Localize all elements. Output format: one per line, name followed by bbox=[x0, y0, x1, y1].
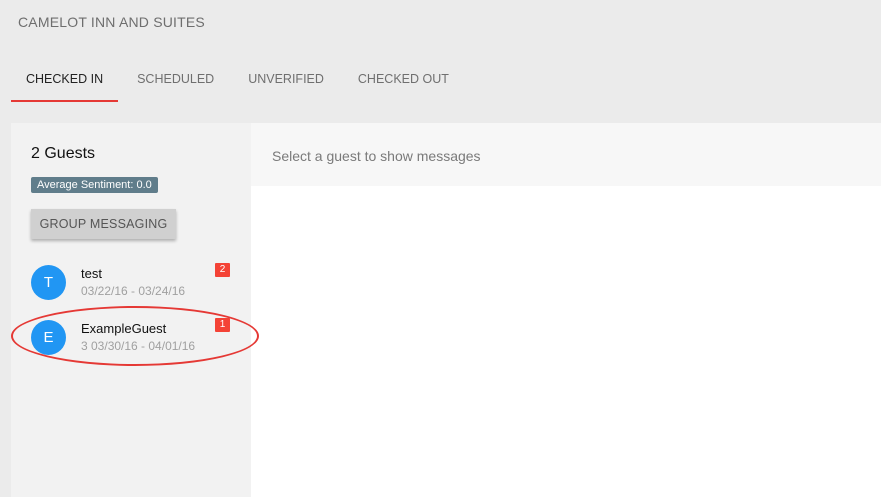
avatar: T bbox=[31, 265, 66, 300]
guest-list-item[interactable]: E ExampleGuest 3 03/30/16 - 04/01/16 1 bbox=[11, 312, 251, 362]
message-panel-header: Select a guest to show messages bbox=[251, 123, 881, 186]
tab-checked-out[interactable]: CHECKED OUT bbox=[343, 62, 464, 102]
unread-count-badge: 1 bbox=[215, 318, 230, 332]
guest-list-item[interactable]: T test 03/22/16 - 03/24/16 2 bbox=[11, 257, 251, 307]
hotel-name: CAMELOT INN AND SUITES bbox=[18, 14, 205, 30]
guest-sidebar: 2 Guests Average Sentiment: 0.0 GROUP ME… bbox=[11, 123, 251, 497]
tab-scheduled[interactable]: SCHEDULED bbox=[122, 62, 229, 102]
tab-checked-in[interactable]: CHECKED IN bbox=[11, 62, 119, 102]
group-messaging-button[interactable]: GROUP MESSAGING bbox=[31, 209, 176, 239]
sentiment-badge: Average Sentiment: 0.0 bbox=[31, 177, 158, 193]
guest-name: test bbox=[81, 266, 102, 281]
guest-dates: 3 03/30/16 - 04/01/16 bbox=[81, 339, 196, 353]
tab-bar: CHECKED IN SCHEDULED UNVERIFIED CHECKED … bbox=[11, 62, 468, 102]
message-panel: Select a guest to show messages bbox=[251, 123, 881, 497]
guest-dates: 03/22/16 - 03/24/16 bbox=[81, 284, 186, 298]
guest-name: ExampleGuest bbox=[81, 321, 167, 336]
guest-count: 2 Guests bbox=[31, 145, 96, 162]
unread-count-badge: 2 bbox=[215, 263, 230, 277]
avatar: E bbox=[31, 320, 66, 355]
empty-state-message: Select a guest to show messages bbox=[272, 148, 481, 164]
app-window: CAMELOT INN AND SUITES CHECKED IN SCHEDU… bbox=[0, 0, 881, 497]
tab-unverified[interactable]: UNVERIFIED bbox=[233, 62, 339, 102]
